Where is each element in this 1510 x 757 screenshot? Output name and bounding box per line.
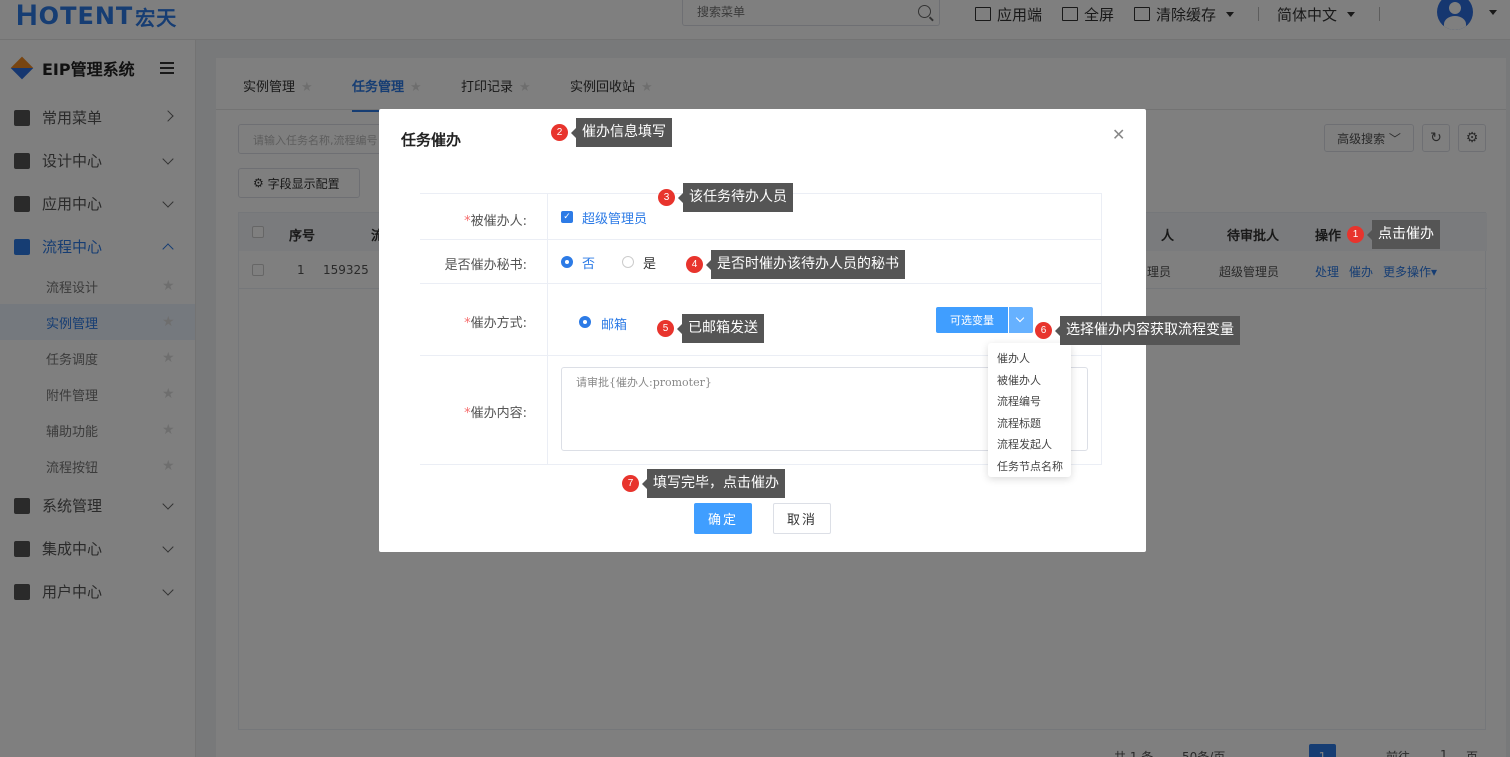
confirm-button[interactable]: 确定 [694,503,752,534]
variable-item[interactable]: 流程标题 [988,413,1071,435]
variable-item[interactable]: 被催办人 [988,370,1071,392]
callout-text: 该任务待办人员 [678,183,793,212]
callout-text: 选择催办内容获取流程变量 [1055,316,1240,345]
variable-item[interactable]: 流程发起人 [988,434,1071,456]
step-badge: 6 [1035,322,1052,339]
callout-text: 是否时催办该待办人员的秘书 [706,250,905,279]
variable-item[interactable]: 任务节点名称 [988,456,1071,478]
method-label: *催办方式: [464,316,527,331]
callout-text: 点击催办 [1367,220,1440,249]
step-badge: 4 [686,256,703,273]
secretary-label: 是否催办秘书: [444,258,527,273]
method-email-label[interactable]: 邮箱 [601,314,627,333]
step-badge: 5 [657,320,674,337]
variables-dropdown-toggle[interactable] [1009,307,1033,333]
content-label: *催办内容: [464,406,527,421]
step-badge: 7 [622,475,639,492]
step-badge: 2 [551,124,568,141]
step-badge: 3 [658,189,675,206]
secretary-no-radio[interactable] [561,256,573,268]
reminded-label: *被催办人: [464,214,527,229]
secretary-yes-radio[interactable] [622,256,634,268]
reminded-checkbox[interactable]: ✓ [561,211,573,223]
method-email-radio[interactable] [579,316,591,328]
reminded-value[interactable]: 超级管理员 [582,208,647,227]
close-icon[interactable]: ✕ [1112,125,1125,144]
variables-button[interactable]: 可选变量 [936,307,1008,333]
secretary-no-label[interactable]: 否 [582,253,595,272]
callout-text: 填写完毕，点击催办 [642,469,785,498]
cancel-button[interactable]: 取消 [773,503,831,534]
variable-item[interactable]: 流程编号 [988,391,1071,413]
variables-menu: 催办人 被催办人 流程编号 流程标题 流程发起人 任务节点名称 [988,343,1071,477]
callout-text: 催办信息填写 [571,118,672,147]
step-badge: 1 [1347,226,1364,243]
callout-text: 已邮箱发送 [677,314,764,343]
dialog-title: 任务催办 [401,131,462,149]
variable-item[interactable]: 催办人 [988,348,1071,370]
secretary-yes-label[interactable]: 是 [643,253,656,272]
